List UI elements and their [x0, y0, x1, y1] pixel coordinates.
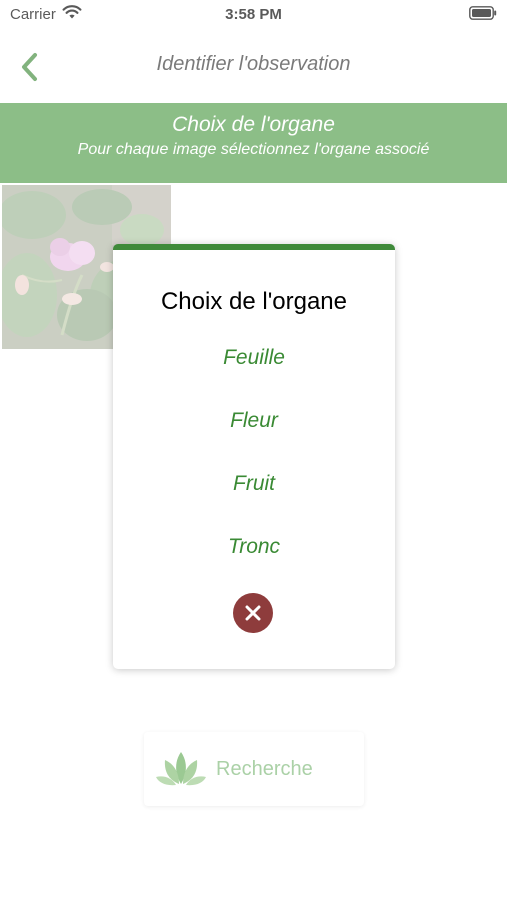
close-button[interactable] — [233, 593, 273, 633]
search-button[interactable]: Recherche — [144, 732, 364, 806]
close-icon — [245, 605, 261, 621]
option-fleur[interactable]: Fleur — [153, 401, 355, 441]
option-feuille[interactable]: Feuille — [153, 338, 355, 378]
dialog-title: Choix de l'organe — [160, 288, 348, 315]
search-button-label: Recherche — [216, 758, 313, 780]
organ-choice-dialog: Choix de l'organe Feuille Fleur Fruit Tr… — [113, 244, 395, 669]
leaves-icon — [156, 752, 206, 786]
option-fruit[interactable]: Fruit — [153, 464, 355, 504]
option-tronc[interactable]: Tronc — [153, 527, 355, 567]
